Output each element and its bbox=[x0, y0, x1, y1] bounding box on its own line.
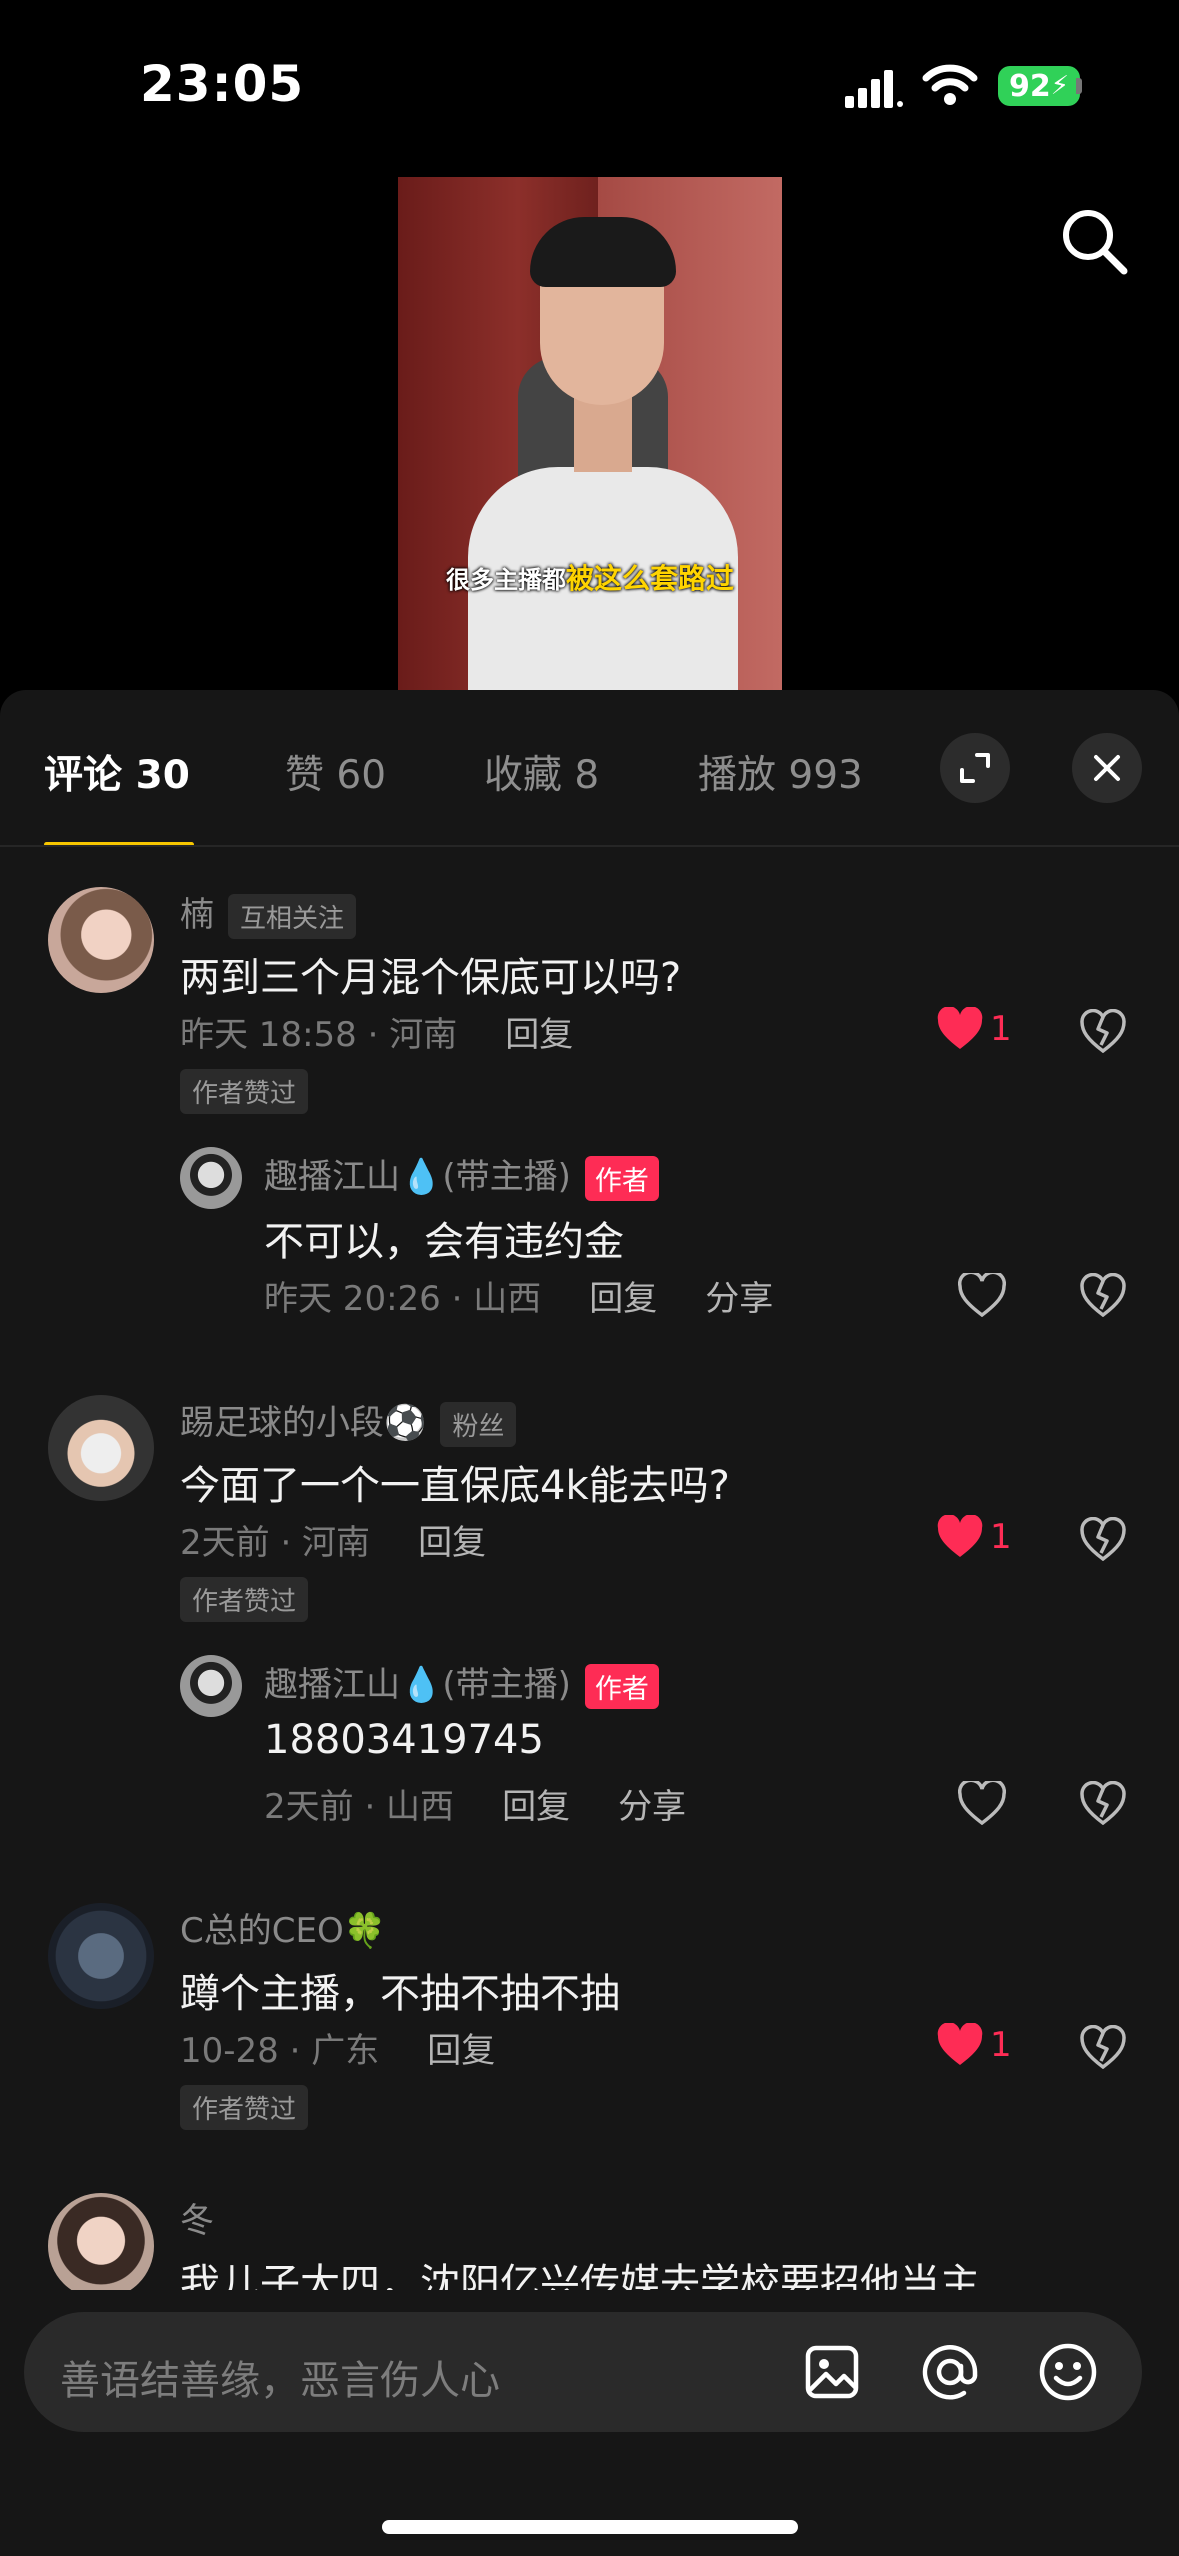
comment-author[interactable]: C总的CEO🍀 bbox=[180, 1903, 386, 1952]
heart-filled-icon bbox=[937, 2023, 983, 2065]
avatar[interactable] bbox=[48, 1395, 154, 1501]
reply-meta: 昨天 20:26 · 山西 回复 分享 bbox=[264, 1271, 773, 1320]
author-badge: 作者 bbox=[584, 1156, 659, 1201]
comment-meta: 10-28 · 广东 回复 bbox=[180, 2023, 495, 2072]
battery-indicator: 92 ⚡ bbox=[998, 66, 1080, 106]
reply-button[interactable]: 回复 bbox=[418, 1523, 486, 1563]
comment-time-location: 2天前 · 河南 bbox=[180, 1523, 371, 1563]
tab-comments[interactable]: 评论 30 bbox=[44, 744, 190, 800]
reply-time-location: 昨天 20:26 · 山西 bbox=[264, 1279, 542, 1319]
comment-input-bar: 善语结善缘，恶言伤人心 bbox=[0, 2290, 1179, 2556]
comment-author[interactable]: 冬 bbox=[180, 2193, 214, 2242]
like-button[interactable]: 1 bbox=[936, 1007, 1012, 1051]
home-indicator bbox=[382, 2520, 798, 2534]
author-liked-badge: 作者赞过 bbox=[180, 1069, 309, 1114]
reply-text: 18803419745 bbox=[264, 1717, 544, 1763]
caption-highlight: 被这么套路过 bbox=[565, 562, 734, 595]
comment-list[interactable]: 楠互相关注 两到三个月混个保底可以吗? 昨天 18:58 · 河南 回复 作者赞过… bbox=[0, 847, 1179, 2290]
mention-icon[interactable] bbox=[918, 2340, 982, 2404]
cellular-signal-icon bbox=[845, 70, 903, 108]
wifi-icon bbox=[922, 64, 978, 105]
author-name: 楠 bbox=[180, 895, 214, 935]
like-count: 1 bbox=[990, 1517, 1012, 1557]
author-name: 趣播江山💧(带主播) bbox=[264, 1665, 571, 1705]
tab-plays[interactable]: 播放 993 bbox=[698, 744, 863, 800]
reply-button[interactable]: 回复 bbox=[427, 2031, 495, 2071]
search-icon[interactable] bbox=[1058, 205, 1132, 279]
battery-cap bbox=[1076, 78, 1082, 94]
reply-button[interactable]: 回复 bbox=[505, 1015, 573, 1055]
battery-level: 92 bbox=[1008, 68, 1051, 104]
reply-author[interactable]: 趣播江山💧(带主播) 作者 bbox=[264, 1149, 659, 1201]
avatar[interactable] bbox=[48, 1903, 154, 2009]
input-placeholder: 善语结善缘，恶言伤人心 bbox=[60, 2358, 500, 2404]
like-count: 1 bbox=[990, 2025, 1012, 2065]
tab-favorites[interactable]: 收藏 8 bbox=[484, 744, 599, 800]
comment-author[interactable]: 踢足球的小段⚽ 粉丝 bbox=[180, 1395, 517, 1447]
heart-filled-icon bbox=[937, 1007, 983, 1049]
comment-input[interactable]: 善语结善缘，恶言伤人心 bbox=[24, 2312, 1142, 2432]
tab-likes[interactable]: 赞 60 bbox=[285, 744, 386, 800]
author-liked-badge: 作者赞过 bbox=[180, 2085, 309, 2130]
avatar[interactable] bbox=[48, 2193, 154, 2290]
avatar[interactable] bbox=[48, 887, 154, 993]
person-hair bbox=[530, 217, 676, 287]
panel-tabs: 评论 30 赞 60 收藏 8 播放 993 bbox=[0, 690, 1179, 847]
expand-button[interactable] bbox=[940, 733, 1010, 803]
share-button[interactable]: 分享 bbox=[618, 1787, 686, 1827]
heart-outline-icon[interactable] bbox=[958, 1273, 1006, 1317]
reply-time-location: 2天前 · 山西 bbox=[264, 1787, 455, 1827]
comment-meta: 昨天 18:58 · 河南 回复 bbox=[180, 1007, 573, 1056]
dislike-icon[interactable] bbox=[1080, 1781, 1126, 1825]
share-button[interactable]: 分享 bbox=[705, 1279, 773, 1319]
reply-meta: 2天前 · 山西 回复 分享 bbox=[264, 1779, 686, 1828]
charging-bolt-icon: ⚡ bbox=[1050, 71, 1069, 101]
comment-text: 我儿子大四，沈阳亿兴传媒去学校要招他当主 bbox=[180, 2261, 980, 2290]
author-name: 趣播江山💧(带主播) bbox=[264, 1157, 571, 1197]
reply-avatar[interactable] bbox=[180, 1147, 242, 1209]
reply-avatar[interactable] bbox=[180, 1655, 242, 1717]
comment-author[interactable]: 楠互相关注 bbox=[180, 887, 357, 939]
reply-button[interactable]: 回复 bbox=[589, 1279, 657, 1319]
author-badge: 作者 bbox=[584, 1664, 659, 1709]
author-liked-badge: 作者赞过 bbox=[180, 1577, 309, 1622]
comment-time-location: 昨天 18:58 · 河南 bbox=[180, 1015, 458, 1055]
like-button[interactable]: 1 bbox=[936, 2023, 1012, 2067]
reply-text: 不可以，会有违约金 bbox=[264, 1219, 624, 1265]
like-count: 1 bbox=[990, 1009, 1012, 1049]
fan-badge: 粉丝 bbox=[440, 1402, 517, 1447]
comment-text: 今面了一个一直保底4k能去吗? bbox=[180, 1463, 730, 1509]
video-caption: 很多主播都被这么套路过 bbox=[398, 557, 782, 597]
emoji-icon[interactable] bbox=[1036, 2340, 1100, 2404]
author-name: 踢足球的小段⚽ bbox=[180, 1403, 427, 1443]
comment-meta: 2天前 · 河南 回复 bbox=[180, 1515, 486, 1564]
heart-outline-icon[interactable] bbox=[958, 1781, 1006, 1825]
video-thumbnail[interactable]: 很多主播都被这么套路过 bbox=[398, 177, 782, 691]
caption-plain: 很多主播都 bbox=[445, 566, 566, 594]
like-button[interactable]: 1 bbox=[936, 1515, 1012, 1559]
status-time: 23:05 bbox=[140, 55, 305, 113]
author-name: 冬 bbox=[180, 2201, 214, 2241]
comment-time-location: 10-28 · 广东 bbox=[180, 2031, 380, 2071]
dislike-icon[interactable] bbox=[1080, 1009, 1126, 1053]
heart-filled-icon bbox=[937, 1515, 983, 1557]
dislike-icon[interactable] bbox=[1080, 2025, 1126, 2069]
status-bar: 23:05 92 ⚡ bbox=[0, 0, 1179, 170]
close-icon bbox=[1094, 755, 1120, 781]
reply-author[interactable]: 趣播江山💧(带主播) 作者 bbox=[264, 1657, 659, 1709]
reply-button[interactable]: 回复 bbox=[502, 1787, 570, 1827]
author-name: C总的CEO🍀 bbox=[180, 1911, 387, 1951]
comment-text: 两到三个月混个保底可以吗? bbox=[180, 955, 682, 1001]
mutual-follow-badge: 互相关注 bbox=[228, 894, 357, 939]
dislike-icon[interactable] bbox=[1080, 1273, 1126, 1317]
close-button[interactable] bbox=[1072, 733, 1142, 803]
expand-icon bbox=[960, 753, 990, 783]
image-icon[interactable] bbox=[800, 2340, 864, 2404]
comment-text: 蹲个主播，不抽不抽不抽 bbox=[180, 1971, 620, 2017]
dislike-icon[interactable] bbox=[1080, 1517, 1126, 1561]
comments-panel: 评论 30 赞 60 收藏 8 播放 993 楠互相关注 两到三个月混个保底可以… bbox=[0, 690, 1179, 2556]
